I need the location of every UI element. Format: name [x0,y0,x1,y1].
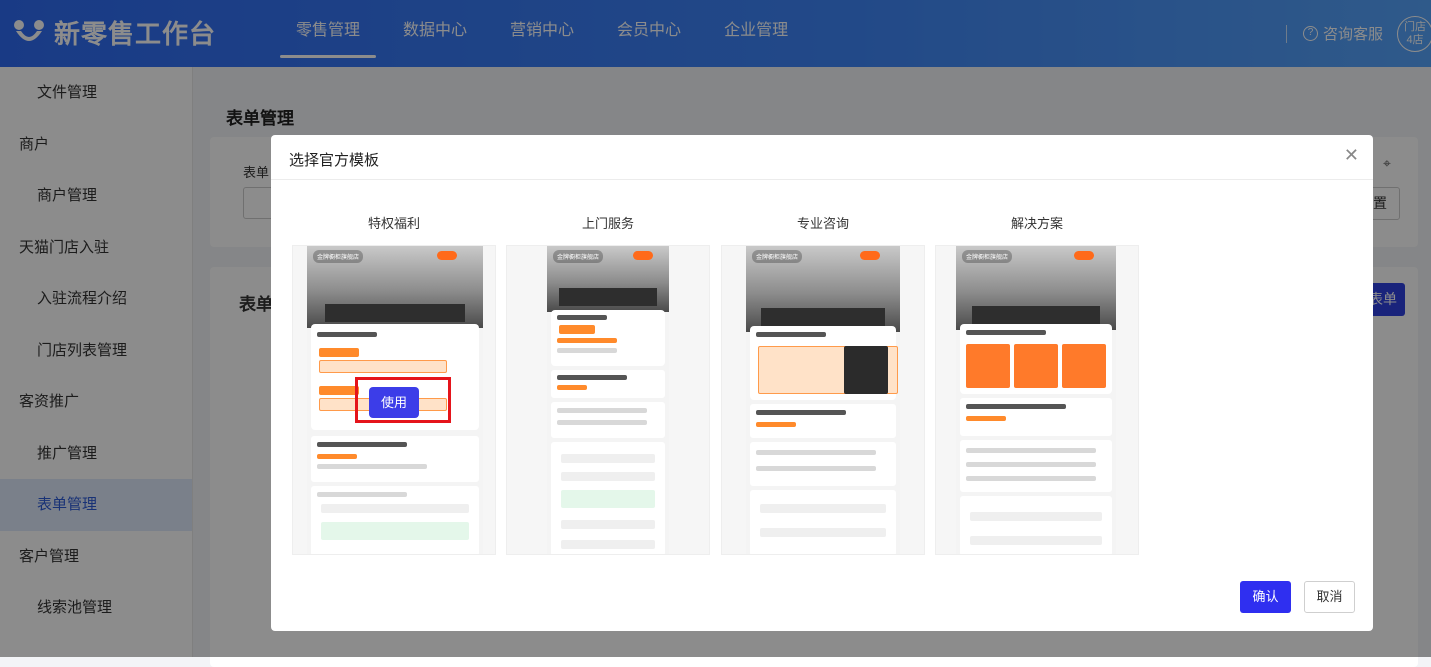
form-box [551,442,665,554]
phone-field [321,504,469,513]
template-modal: 选择官方模板 ✕ 特权福利 金牌橱柜旗舰店 上门服务 金牌橱柜旗舰店 专业咨询 … [271,135,1373,631]
process-box [551,402,665,438]
store-title-line [756,410,846,415]
store-info-box [960,398,1112,436]
name-field [561,454,655,463]
form-box [311,486,479,554]
process-line-3 [966,476,1096,481]
shop-name: 金牌橱柜旗舰店 [962,250,1013,263]
store-info-box [750,404,896,438]
coupon-tag-2 [319,386,359,395]
panel-title-line [756,332,826,337]
form-box [960,496,1112,554]
service-tag [559,325,595,334]
address-line [317,464,427,469]
panel-title-line [966,330,1046,335]
shop-name: 金牌橱柜旗舰店 [313,250,364,263]
panel-title-line [317,332,377,337]
close-icon[interactable]: ✕ [1344,145,1359,166]
template-name: 解决方案 [1010,216,1063,231]
use-template-button[interactable]: 使用 [369,387,419,418]
cancel-button[interactable]: 取消 [1304,581,1355,613]
service-panel [551,310,665,366]
store-title-line [966,404,1066,409]
consult-panel [750,326,898,400]
service-line-2 [557,348,617,353]
name-field [760,504,886,513]
phone-field [760,528,886,537]
privacy-box [321,522,469,540]
template-preview[interactable]: 金牌橱柜旗舰店 [506,245,710,555]
template-home-service[interactable]: 上门服务 金牌橱柜旗舰店 [506,213,710,555]
solution-tile-1 [966,344,1010,388]
address-field [561,520,655,529]
template-consultation[interactable]: 专业咨询 金牌橱柜旗舰店 [721,213,925,555]
store-title-line [557,375,627,380]
template-name: 专业咨询 [796,216,849,231]
follow-badge [437,251,457,260]
phone-mockup: 金牌橱柜旗舰店 [956,246,1116,554]
modal-divider [271,179,1373,180]
time-field [561,540,655,549]
modal-title: 选择官方模板 [289,152,380,169]
phone-mockup: 金牌橱柜旗舰店 [746,246,900,554]
follow-badge [860,251,880,260]
form-label-line [317,492,407,497]
process-line-2 [557,420,647,425]
follow-badge [1074,251,1094,260]
follow-badge [633,251,653,260]
shop-name: 金牌橱柜旗舰店 [553,250,604,263]
rating-line [557,385,587,390]
privacy-box [561,490,655,508]
coupon-tag [319,348,359,357]
store-info-box [551,370,665,398]
coupon-bar [319,360,447,373]
name-field [970,512,1102,521]
phone-field [561,472,655,481]
process-line [756,450,876,455]
solution-tile-2 [1014,344,1058,388]
template-name: 特权福利 [367,216,420,231]
store-title-line [317,442,407,447]
store-info-box [311,436,479,482]
panel-title-line [557,315,607,320]
consultant-photo [844,346,888,394]
process-line-2 [756,466,876,471]
solution-panel [960,324,1112,394]
template-solution[interactable]: 解决方案 金牌橱柜旗舰店 [935,213,1139,555]
template-name: 上门服务 [581,216,634,231]
process-box [960,440,1112,492]
form-box [750,490,896,554]
shop-name: 金牌橱柜旗舰店 [752,250,803,263]
process-box [750,442,896,486]
service-line [557,338,617,343]
template-preview[interactable]: 金牌橱柜旗舰店 [935,245,1139,555]
phone-field [970,536,1102,545]
confirm-button[interactable]: 确认 [1240,581,1291,613]
rating-line [756,422,796,427]
process-line [966,448,1096,453]
template-privilege[interactable]: 特权福利 金牌橱柜旗舰店 [292,213,496,555]
phone-mockup: 金牌橱柜旗舰店 [547,246,669,554]
solution-tile-3 [1062,344,1106,388]
rating-line [966,416,1006,421]
process-line [557,408,647,413]
template-preview[interactable]: 金牌橱柜旗舰店 [721,245,925,555]
process-line-2 [966,462,1096,467]
rating-line [317,454,357,459]
